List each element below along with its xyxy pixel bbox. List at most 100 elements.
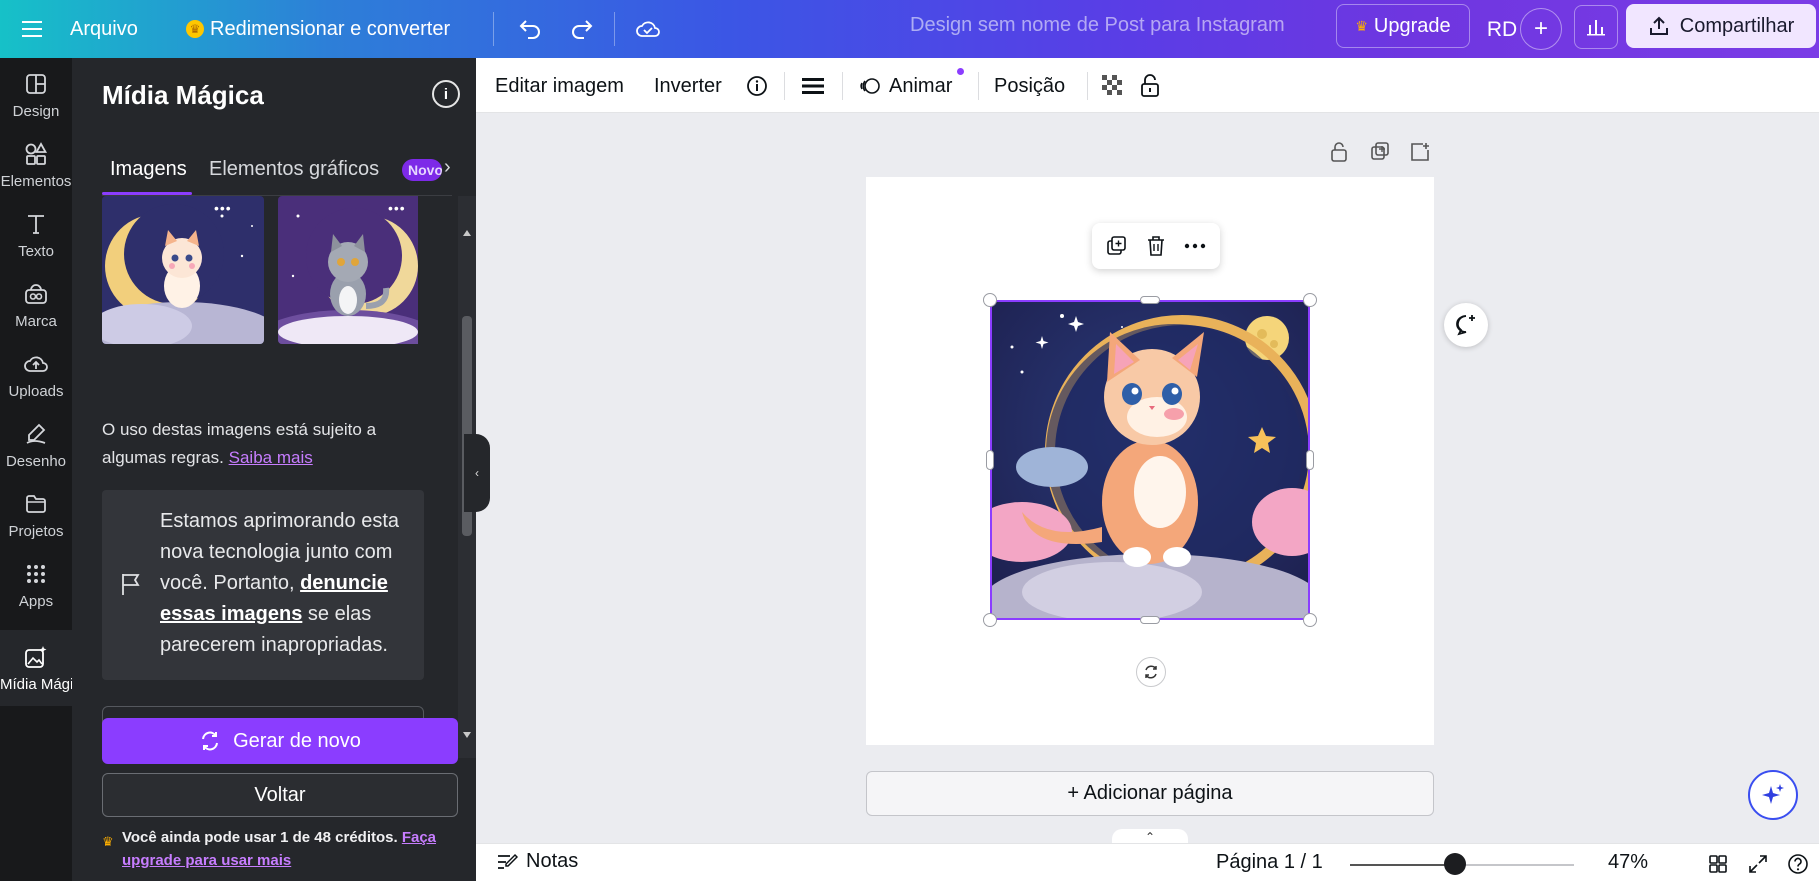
insights-button[interactable] bbox=[1574, 5, 1618, 49]
transparency-icon bbox=[1102, 75, 1122, 95]
grid-view-button[interactable] bbox=[1706, 852, 1730, 876]
rail-label: Design bbox=[12, 102, 60, 120]
file-menu-button[interactable]: Arquivo bbox=[70, 9, 138, 49]
credits-text: Você ainda pode usar 1 de 48 créditos. bbox=[122, 829, 398, 846]
generated-image-thumbnail[interactable]: ••• bbox=[278, 196, 440, 344]
transparency-button[interactable] bbox=[1102, 71, 1124, 101]
zoom-level[interactable]: 47% bbox=[1608, 851, 1648, 874]
canvas-area: + Adicionar página ⌃ bbox=[476, 113, 1819, 845]
cloud-check-icon bbox=[636, 21, 660, 37]
resize-handle-left[interactable] bbox=[986, 450, 994, 470]
draw-icon bbox=[23, 421, 49, 447]
image-info-button[interactable] bbox=[746, 71, 768, 101]
rail-item-projects[interactable]: Projetos bbox=[0, 480, 72, 550]
crown-icon: ♛ bbox=[186, 20, 204, 38]
page-count[interactable]: Página 1 / 1 bbox=[1216, 851, 1323, 874]
resize-handle-bottom-right[interactable] bbox=[1303, 613, 1317, 627]
invite-button[interactable]: + bbox=[1520, 8, 1562, 50]
feedback-notice: Estamos aprimorando esta nova tecnologia… bbox=[102, 490, 424, 680]
main-menu-button[interactable] bbox=[14, 9, 50, 49]
divider bbox=[1087, 72, 1088, 100]
help-button[interactable] bbox=[1786, 852, 1810, 876]
delete-button[interactable] bbox=[1142, 232, 1170, 260]
rail-item-magic-media[interactable]: Mídia Mágica bbox=[0, 630, 72, 706]
context-toolbar: Editar imagem Inverter Animar Posição bbox=[476, 58, 1819, 113]
add-page-button[interactable]: + Adicionar página bbox=[866, 771, 1434, 816]
undo-button[interactable] bbox=[512, 9, 548, 49]
lock-button[interactable] bbox=[1140, 71, 1160, 101]
avatar[interactable]: RD bbox=[1482, 10, 1522, 50]
zoom-slider-knob[interactable] bbox=[1444, 853, 1467, 875]
more-options-icon[interactable]: ••• bbox=[388, 200, 410, 216]
document-title[interactable]: Design sem nome de Post para Instagram bbox=[910, 14, 1285, 37]
rail-item-elements[interactable]: Elementos bbox=[0, 130, 72, 200]
rail-label: Mídia Mágica bbox=[0, 675, 72, 693]
rotate-handle[interactable] bbox=[1136, 657, 1166, 687]
top-bar: Arquivo ♛ Redimensionar e converter Desi… bbox=[0, 0, 1819, 58]
add-page-icon[interactable] bbox=[1409, 141, 1431, 163]
upgrade-label: Upgrade bbox=[1373, 14, 1451, 37]
fullscreen-button[interactable] bbox=[1746, 852, 1770, 876]
more-options-icon[interactable]: ••• bbox=[214, 200, 236, 216]
tab-images[interactable]: Imagens bbox=[110, 158, 187, 181]
share-button[interactable]: Compartilhar bbox=[1626, 4, 1816, 48]
rail-item-text[interactable]: Texto bbox=[0, 200, 72, 270]
rail-label: Elementos bbox=[0, 172, 72, 190]
upgrade-button[interactable]: ♛ Upgrade bbox=[1336, 4, 1470, 48]
info-button[interactable]: i bbox=[432, 80, 460, 108]
flip-button[interactable]: Inverter bbox=[654, 71, 722, 101]
rail-item-draw[interactable]: Desenho bbox=[0, 410, 72, 480]
sparkle-icon bbox=[1762, 784, 1784, 804]
magic-media-icon bbox=[23, 644, 49, 670]
panel-title: Mídia Mágica bbox=[102, 80, 264, 110]
divider bbox=[978, 72, 979, 100]
notes-button[interactable]: Notas bbox=[496, 850, 578, 873]
info-icon: i bbox=[443, 85, 449, 103]
rail-label: Apps bbox=[18, 592, 54, 610]
folder-icon bbox=[23, 491, 49, 517]
save-status-button[interactable] bbox=[630, 9, 666, 49]
border-style-button[interactable] bbox=[802, 71, 824, 101]
unlock-icon bbox=[1141, 74, 1159, 97]
more-options-button[interactable] bbox=[1181, 232, 1209, 260]
add-comment-button[interactable] bbox=[1444, 303, 1488, 347]
edit-image-button[interactable]: Editar imagem bbox=[495, 71, 624, 101]
crown-icon: ♛ bbox=[1355, 17, 1368, 34]
resize-handle-bottom[interactable] bbox=[1140, 616, 1160, 624]
results-scroll-area: ••• ••• O uso destas imagens está sujeit bbox=[72, 196, 458, 758]
kitten-on-moon-artwork bbox=[992, 302, 1308, 618]
duplicate-page-icon[interactable] bbox=[1369, 141, 1391, 163]
resize-handle-top-left[interactable] bbox=[983, 293, 997, 307]
selected-image[interactable] bbox=[990, 300, 1310, 620]
learn-more-link[interactable]: Saiba mais bbox=[229, 448, 313, 467]
rail-label: Uploads bbox=[8, 382, 64, 400]
position-button[interactable]: Posição bbox=[994, 71, 1065, 101]
resize-handle-right[interactable] bbox=[1306, 450, 1314, 470]
undo-icon bbox=[519, 20, 540, 39]
lock-page-icon[interactable] bbox=[1328, 141, 1350, 163]
scroll-up-arrow[interactable] bbox=[463, 230, 471, 236]
help-icon bbox=[1788, 854, 1808, 874]
credits-info: ♛ Você ainda pode usar 1 de 48 créditos.… bbox=[102, 826, 460, 872]
resize-button[interactable]: ♛ Redimensionar e converter bbox=[186, 9, 450, 49]
cloud-upload-icon bbox=[23, 351, 49, 377]
rail-label: Marca bbox=[15, 312, 57, 330]
magic-assistant-button[interactable] bbox=[1748, 770, 1798, 820]
brand-icon bbox=[23, 281, 49, 307]
rail-item-apps[interactable]: Apps bbox=[0, 550, 72, 620]
back-button[interactable]: Voltar bbox=[102, 773, 458, 817]
generate-again-button[interactable]: Gerar de novo bbox=[102, 718, 458, 764]
generated-image-thumbnail[interactable]: ••• bbox=[102, 196, 264, 344]
chevron-right-icon[interactable]: › bbox=[444, 156, 451, 179]
resize-handle-top[interactable] bbox=[1140, 296, 1160, 304]
animate-button[interactable]: Animar bbox=[859, 68, 964, 101]
redo-button[interactable] bbox=[564, 9, 600, 49]
resize-handle-top-right[interactable] bbox=[1303, 293, 1317, 307]
tab-graphics[interactable]: Elementos gráficos bbox=[209, 158, 379, 181]
scroll-down-arrow[interactable] bbox=[463, 732, 471, 738]
rail-item-brand[interactable]: Marca bbox=[0, 270, 72, 340]
duplicate-button[interactable] bbox=[1103, 232, 1131, 260]
rail-item-uploads[interactable]: Uploads bbox=[0, 340, 72, 410]
rail-item-design[interactable]: Design bbox=[0, 60, 72, 130]
resize-handle-bottom-left[interactable] bbox=[983, 613, 997, 627]
